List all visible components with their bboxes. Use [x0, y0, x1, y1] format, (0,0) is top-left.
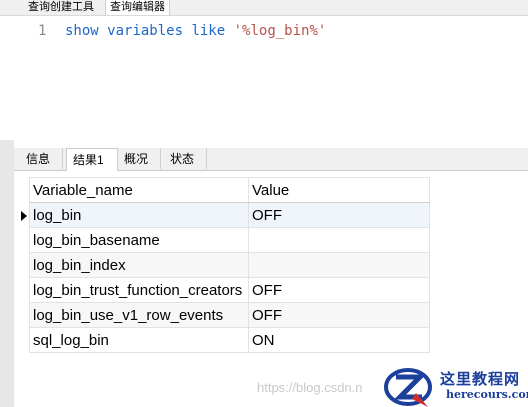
- cell-value[interactable]: OFF: [248, 202, 430, 228]
- cell-variable-name[interactable]: sql_log_bin: [29, 327, 249, 353]
- tab-result-1[interactable]: 结果1: [66, 148, 118, 171]
- logo-domain: herecours.com: [446, 388, 528, 401]
- editor-tab-bar: 查询创建工具 查询编辑器: [0, 0, 528, 16]
- cell-variable-name[interactable]: log_bin_basename: [29, 227, 249, 253]
- cell-variable-name[interactable]: log_bin_use_v1_row_events: [29, 302, 249, 328]
- cell-value[interactable]: [248, 227, 430, 253]
- cell-variable-name[interactable]: log_bin_index: [29, 252, 249, 278]
- tab-profile[interactable]: 概况: [118, 148, 161, 169]
- tab-status[interactable]: 状态: [164, 148, 207, 169]
- keyword-like: like: [191, 23, 226, 39]
- cell-value[interactable]: OFF: [248, 302, 430, 328]
- table-row[interactable]: log_bin_trust_function_creators OFF: [29, 277, 430, 303]
- result-table: Variable_name Value log_bin OFF log_bin_…: [29, 177, 430, 353]
- header-row: Variable_name Value: [29, 177, 430, 203]
- keyword-show: show: [65, 23, 99, 39]
- table-row[interactable]: log_bin OFF: [29, 202, 430, 228]
- table-row[interactable]: log_bin_basename: [29, 227, 430, 253]
- tab-query-builder[interactable]: 查询创建工具: [24, 0, 98, 14]
- table-row[interactable]: log_bin_use_v1_row_events OFF: [29, 302, 430, 328]
- keyword-variables: variables: [107, 23, 184, 39]
- tab-query-editor[interactable]: 查询编辑器: [105, 0, 170, 15]
- cell-value[interactable]: [248, 252, 430, 278]
- watermark-url: https://blog.csdn.n: [257, 380, 363, 395]
- logo-title: 这里教程网: [440, 370, 521, 388]
- current-row-arrow-icon: [21, 211, 27, 221]
- table-row[interactable]: sql_log_bin ON: [29, 327, 430, 353]
- cell-value[interactable]: OFF: [248, 277, 430, 303]
- cell-variable-name[interactable]: log_bin: [29, 202, 249, 228]
- line-number: 1: [38, 23, 47, 39]
- left-panel-edge: [0, 140, 14, 407]
- table-row[interactable]: log_bin_index: [29, 252, 430, 278]
- cell-variable-name[interactable]: log_bin_trust_function_creators: [29, 277, 249, 303]
- tab-info[interactable]: 信息: [20, 148, 63, 169]
- result-tab-bar: 信息 结果1 概况 状态: [14, 148, 528, 171]
- column-header-value[interactable]: Value: [248, 177, 430, 203]
- string-literal: '%log_bin%': [233, 23, 327, 39]
- sql-editor[interactable]: 1 show variables like '%log_bin%': [0, 16, 528, 140]
- column-header-variable-name[interactable]: Variable_name: [29, 177, 249, 203]
- editor-gutter: [0, 16, 14, 140]
- cell-value[interactable]: ON: [248, 327, 430, 353]
- code-line[interactable]: show variables like '%log_bin%': [65, 23, 326, 39]
